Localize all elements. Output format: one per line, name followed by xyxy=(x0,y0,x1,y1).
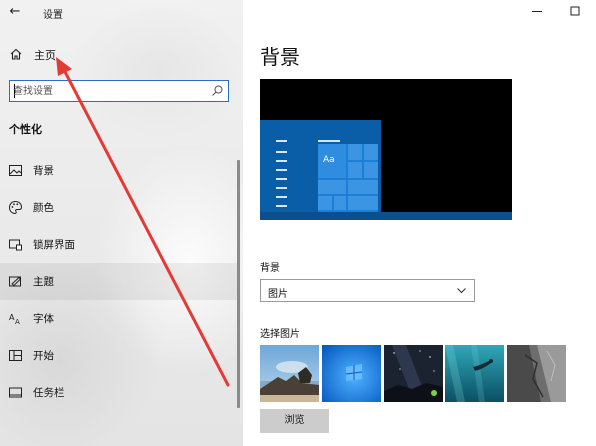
lock-screen-icon xyxy=(9,239,22,251)
section-title: 个性化 xyxy=(9,123,42,136)
picture-thumbnail-windows-blue[interactable] xyxy=(322,345,381,402)
sidebar-scrollbar[interactable] xyxy=(237,160,240,408)
picture-thumbnail-rock-cliff[interactable] xyxy=(507,345,566,402)
search-icon[interactable] xyxy=(210,84,224,98)
chevron-down-icon xyxy=(457,288,466,294)
sidebar-item-colors[interactable]: 颜色 xyxy=(0,189,237,226)
back-button[interactable]: ← xyxy=(5,3,25,21)
picture-icon xyxy=(9,165,22,176)
taskbar-icon xyxy=(9,387,22,398)
sidebar-item-label: 锁屏界面 xyxy=(33,239,75,251)
picture-thumbnail-night-sky[interactable] xyxy=(384,345,443,402)
maximize-icon[interactable] xyxy=(564,3,586,19)
browse-button[interactable]: 浏览 xyxy=(260,409,329,433)
home-icon xyxy=(10,48,22,60)
desktop-preview: Aa xyxy=(260,79,512,220)
home-label: 主页 xyxy=(34,49,56,62)
svg-text:A: A xyxy=(15,318,20,326)
picture-thumbnail-underwater[interactable] xyxy=(445,345,504,402)
page-title: 背景 xyxy=(260,45,300,69)
sidebar-item-taskbar[interactable]: 任务栏 xyxy=(0,374,237,411)
choose-picture-label: 选择图片 xyxy=(260,329,300,340)
theme-brush-icon xyxy=(9,276,22,287)
sidebar-item-label: 任务栏 xyxy=(33,387,65,399)
palette-icon xyxy=(8,200,23,215)
sidebar-item-label: 背景 xyxy=(33,165,54,177)
title-bar: ← 设置 xyxy=(0,0,243,26)
sidebar-item-label: 主题 xyxy=(33,276,54,288)
preview-tile-text: Aa xyxy=(323,155,335,165)
sidebar-item-label: 颜色 xyxy=(33,202,54,214)
font-icon: A A xyxy=(9,313,20,326)
background-type-dropdown[interactable]: 图片 xyxy=(260,279,475,302)
search-box[interactable] xyxy=(9,80,229,102)
home-nav-item[interactable]: 主页 xyxy=(0,44,243,66)
app-title: 设置 xyxy=(43,10,63,21)
sidebar-item-label: 字体 xyxy=(33,313,54,325)
picture-thumbnail-beach[interactable] xyxy=(260,345,319,402)
window-controls xyxy=(520,0,596,24)
background-type-value: 图片 xyxy=(268,289,288,300)
preview-taskbar xyxy=(260,212,512,220)
start-menu-icon xyxy=(9,350,22,361)
sidebar-item-start[interactable]: 开始 xyxy=(0,337,237,374)
sidebar-item-label: 开始 xyxy=(33,350,54,362)
background-type-label: 背景 xyxy=(260,263,280,274)
search-input[interactable] xyxy=(13,83,208,99)
minimize-icon[interactable] xyxy=(526,3,548,19)
sidebar-item-background[interactable]: 背景 xyxy=(0,152,237,189)
sidebar: ← 设置 主页 个性化 背景 颜色 xyxy=(0,0,243,446)
sidebar-item-fonts[interactable]: A A 字体 xyxy=(0,300,237,337)
sidebar-item-lock-screen[interactable]: 锁屏界面 xyxy=(0,226,237,263)
sidebar-item-themes[interactable]: 主题 xyxy=(0,263,237,300)
preview-tiles: Aa xyxy=(318,144,378,212)
